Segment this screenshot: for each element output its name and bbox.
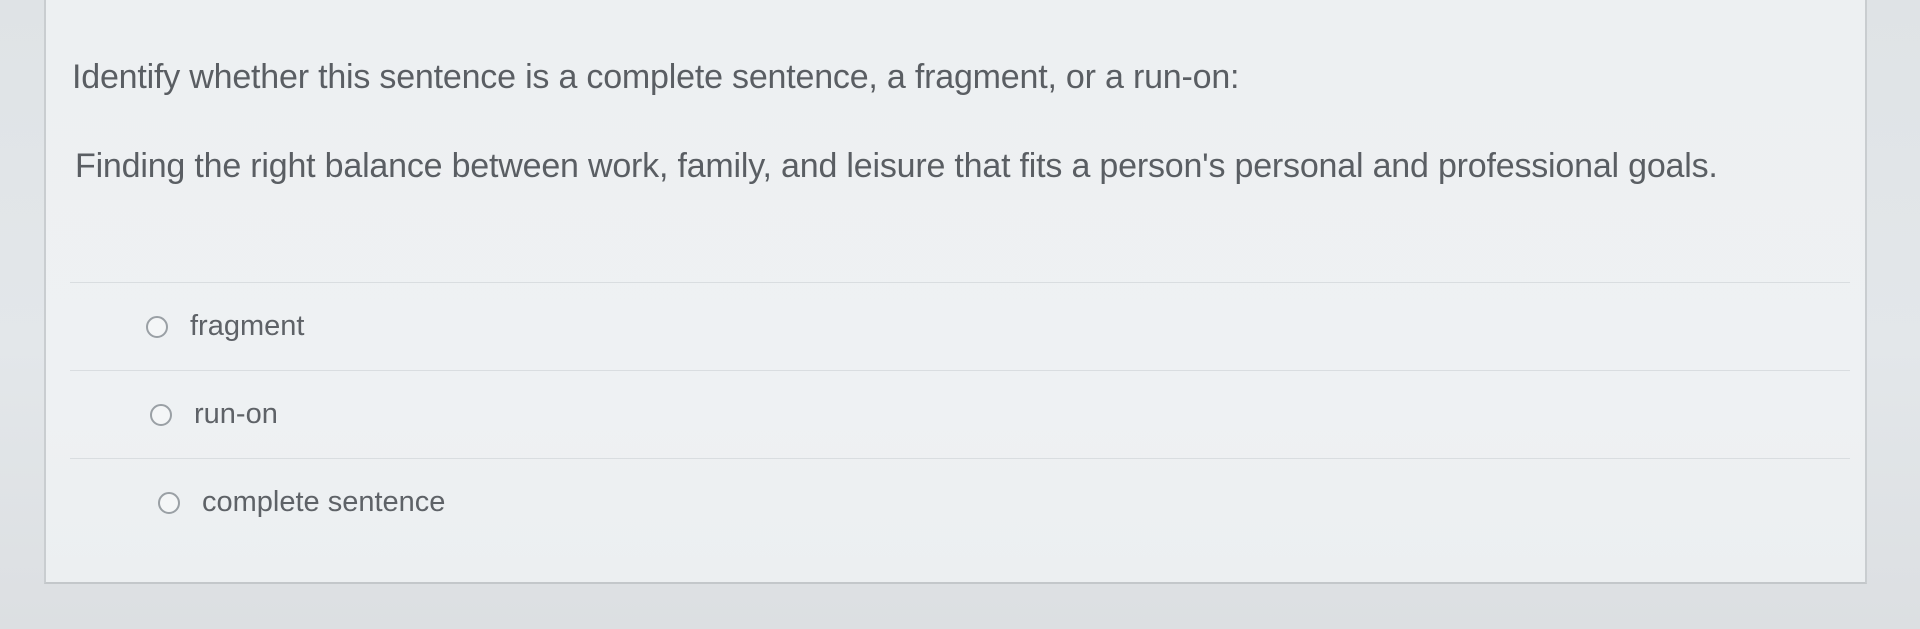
option-label-run-on: run-on <box>194 398 278 430</box>
option-complete-sentence[interactable]: complete sentence <box>70 458 1850 546</box>
option-fragment[interactable]: fragment <box>70 282 1850 370</box>
answer-options: fragment run-on complete sentence <box>70 282 1850 546</box>
question-prompt: Identify whether this sentence is a comp… <box>72 58 1240 96</box>
radio-button-complete-sentence[interactable] <box>158 491 180 514</box>
radio-button-fragment[interactable] <box>146 315 168 338</box>
question-sentence: Finding the right balance between work, … <box>75 147 1718 185</box>
radio-button-run-on[interactable] <box>150 403 172 426</box>
option-run-on[interactable]: run-on <box>70 370 1850 458</box>
option-label-complete-sentence: complete sentence <box>202 486 446 518</box>
question-card: Identify whether this sentence is a comp… <box>44 0 1867 584</box>
option-label-fragment: fragment <box>190 310 305 342</box>
